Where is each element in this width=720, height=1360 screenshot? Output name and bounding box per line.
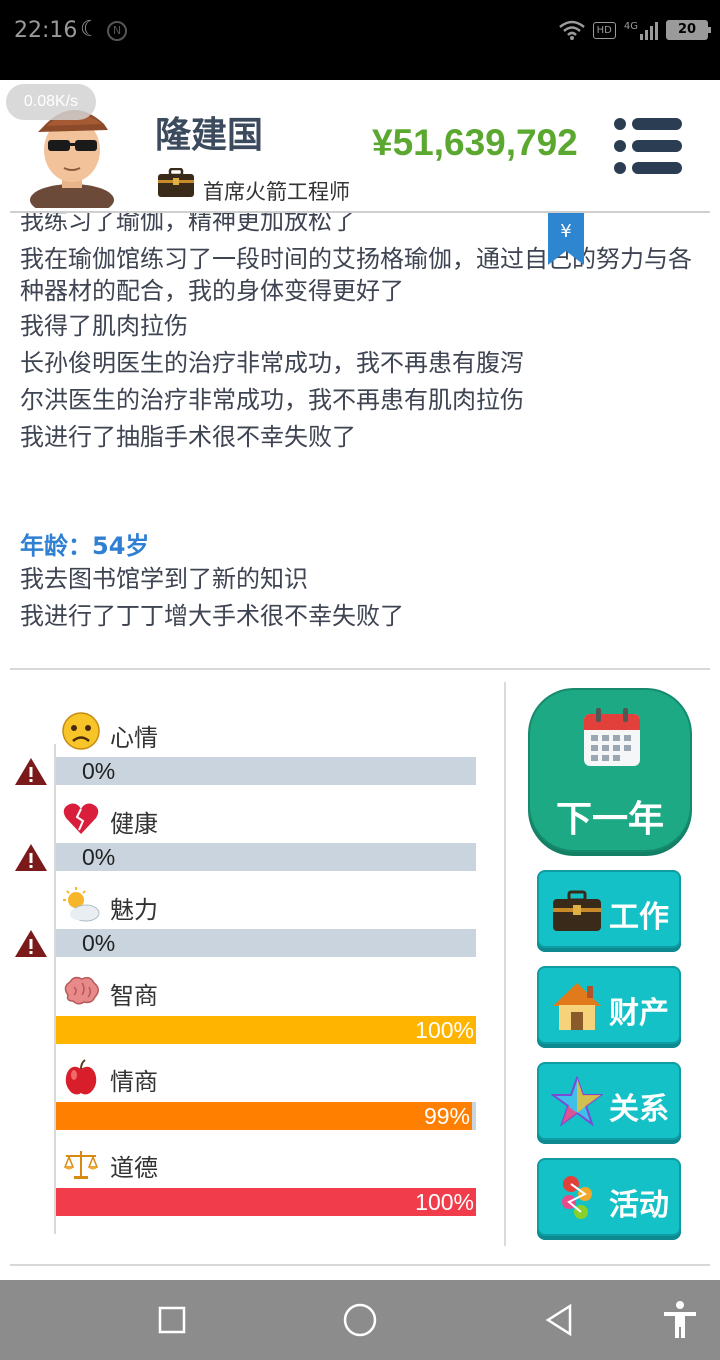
- age-heading: 年龄：54岁: [20, 532, 150, 560]
- log-line: 我在瑜伽馆练习了一段时间的艾扬格瑜伽，通过自己的努力与各种器材的配合，我的身体变…: [20, 245, 692, 305]
- stat-value-eq: 99%: [423, 1103, 470, 1129]
- log-line: 尔洪医生的治疗非常成功，我不再患有肌肉拉伤: [20, 386, 524, 414]
- activities-button[interactable]: 活动: [537, 1158, 681, 1236]
- menu-icon[interactable]: [610, 116, 686, 176]
- job-title: 首席火箭工程师: [203, 180, 350, 204]
- status-icons: HD 4G 20: [558, 20, 711, 40]
- scale-icon: [63, 1151, 99, 1179]
- home-icon[interactable]: [340, 1300, 380, 1340]
- stat-value-charm: 0%: [82, 930, 116, 956]
- stat-bar-morality: 100%: [56, 1188, 476, 1216]
- stat-label-mood: 心情: [110, 724, 158, 752]
- briefcase-icon: [553, 890, 601, 931]
- stat-fill: [56, 1188, 476, 1216]
- sad-face-icon: [62, 712, 100, 750]
- event-log[interactable]: 我练习了瑜伽，精神更加放松了 我在瑜伽馆练习了一段时间的艾扬格瑜伽，通过自己的努…: [0, 213, 720, 668]
- log-line: 我进行了抽脂手术很不幸失败了: [20, 423, 356, 451]
- activity-dots-icon: [562, 1176, 592, 1219]
- notification-n-icon: N: [107, 21, 127, 41]
- network-speed-badge: 0.08K/s: [6, 84, 96, 120]
- money-balance: ¥51,639,792: [372, 122, 578, 163]
- player-name: 隆建国: [155, 115, 264, 156]
- stat-value-morality: 100%: [415, 1189, 474, 1215]
- next-year-label: 下一年: [555, 799, 664, 840]
- hd-icon: HD: [592, 21, 616, 39]
- status-time: 22:16: [14, 18, 78, 43]
- system-nav-bar: [0, 1280, 720, 1360]
- stat-label-eq: 情商: [110, 1068, 158, 1096]
- stat-bar-health: 0%: [56, 843, 476, 871]
- activities-label: 活动: [609, 1188, 669, 1223]
- stat-label-morality: 道德: [110, 1154, 158, 1182]
- warning-icon: [15, 844, 47, 871]
- assets-label: 财产: [609, 996, 669, 1031]
- back-icon[interactable]: [540, 1300, 580, 1340]
- signal-icon: [640, 20, 658, 40]
- relations-label: 关系: [609, 1092, 669, 1127]
- assets-button[interactable]: 财产: [537, 966, 681, 1044]
- stat-label-iq: 智商: [110, 982, 158, 1010]
- calendar-icon: [584, 708, 640, 766]
- warning-icon: [15, 758, 47, 785]
- stat-bar-eq: 99%: [56, 1102, 476, 1130]
- broken-heart-icon: [63, 803, 99, 834]
- stats-axis-line: [54, 744, 56, 1234]
- brain-icon: [64, 976, 99, 1005]
- stat-value-health: 0%: [82, 844, 116, 870]
- network-type: 4G: [623, 20, 638, 32]
- log-line: 我练习了瑜伽，精神更加放松了: [20, 213, 356, 235]
- log-line: 我进行了丁丁增大手术很不幸失败了: [20, 602, 404, 630]
- wifi-icon: [558, 20, 585, 40]
- stat-bar-charm: 0%: [56, 929, 476, 957]
- money-bookmark-icon[interactable]: ¥: [548, 213, 584, 265]
- stat-fill: [56, 1016, 476, 1044]
- log-line: 我得了肌肉拉伤: [20, 312, 188, 340]
- recents-icon[interactable]: [152, 1300, 192, 1340]
- player-header: 隆建国 首席火箭工程师 ¥51,639,792: [0, 80, 720, 212]
- next-year-button[interactable]: 下一年: [528, 688, 692, 852]
- stat-value-iq: 100%: [415, 1017, 474, 1043]
- log-line: 我去图书馆学到了新的知识: [20, 565, 308, 593]
- sun-cloud-icon: [63, 887, 100, 922]
- battery-icon: 20: [666, 20, 711, 40]
- work-button[interactable]: 工作: [537, 870, 681, 948]
- stat-bar-mood: 0%: [56, 757, 476, 785]
- star-icon: [551, 1076, 603, 1127]
- stat-label-health: 健康: [110, 810, 158, 838]
- bottom-divider: [10, 1264, 710, 1266]
- warning-icon: [15, 930, 47, 957]
- panel-separator: [504, 682, 506, 1246]
- accessibility-icon[interactable]: [660, 1300, 700, 1340]
- moon-icon: ☾: [80, 17, 100, 42]
- log-line: 长孙俊明医生的治疗非常成功，我不再患有腹泻: [20, 349, 524, 377]
- briefcase-icon: [158, 168, 194, 197]
- apple-icon: [65, 1059, 97, 1095]
- stat-value-mood: 0%: [82, 758, 116, 784]
- log-divider: [10, 668, 710, 670]
- stats-panel: 心情 0% 健康 0% 魅力 0% 智商 100% 情商 99% 道德 100%: [0, 680, 500, 1240]
- stat-bar-iq: 100%: [56, 1016, 476, 1044]
- status-bar: 22:16 ☾ N HD 4G 20: [0, 0, 720, 80]
- svg-text:¥: ¥: [560, 221, 571, 242]
- stat-label-charm: 魅力: [110, 896, 158, 924]
- house-icon: [553, 983, 601, 1030]
- relations-button[interactable]: 关系: [537, 1062, 681, 1140]
- stat-fill: [56, 1102, 472, 1130]
- work-label: 工作: [609, 900, 669, 935]
